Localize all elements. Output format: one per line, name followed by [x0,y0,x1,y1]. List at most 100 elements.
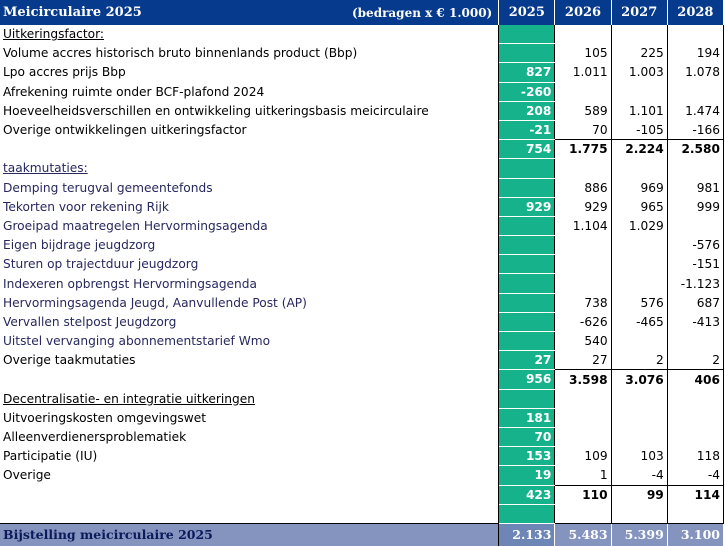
value-2025: -21 [498,120,556,141]
value-2028: 2 [667,350,725,370]
value-2027 [611,158,668,178]
value-2028 [667,216,725,236]
value-2027: 103 [611,446,668,466]
value-2028 [667,82,725,102]
table-row: Sturen op trajectduur jeugdzorg -151 [0,254,725,275]
row-label: Lpo accres prijs Bbp [0,62,500,83]
row-label: Demping terugval gemeentefonds [0,178,500,198]
value-2025: 423 [498,485,556,505]
table-title-cell: Meicirculaire 2025 (bedragen x € 1.000) [0,0,500,25]
value-2026: 27 [554,350,612,370]
value-2026: 1.775 [554,139,612,159]
value-2028: 118 [667,446,725,466]
value-2025: 181 [498,408,556,428]
value-2028: 1.474 [667,101,725,121]
row-label: Groeipad maatregelen Hervormingsagenda [0,216,500,236]
value-2027 [611,331,668,351]
year-header-2026: 2026 [554,0,612,25]
value-2025 [498,235,556,256]
row-label: Uitstel vervanging abonnementstarief Wmo [0,331,500,351]
year-header-2027: 2027 [611,0,668,25]
header-row: Meicirculaire 2025 (bedragen x € 1.000) … [0,0,725,25]
value-2028: 981 [667,178,725,198]
row-label: Eigen bijdrage jeugdzorg [0,235,500,255]
value-2026: 929 [554,197,612,217]
value-2025: 754 [498,139,556,160]
value-2026 [554,158,612,178]
value-2027 [611,408,668,428]
value-2026 [554,273,612,294]
meicirculaire-table: Meicirculaire 2025 (bedragen x € 1.000) … [0,0,725,546]
value-2028 [667,427,725,447]
value-2028: -413 [667,312,725,332]
value-2028: -576 [667,235,725,255]
value-2027 [611,504,668,524]
row-label: Hoeveelheidsverschillen en ontwikkeling … [0,101,500,121]
value-2026: 109 [554,446,612,466]
value-2027 [611,389,668,409]
value-2026: 1.104 [554,216,612,236]
value-2027 [611,235,668,255]
value-2027 [611,25,668,44]
value-2025 [498,389,556,409]
value-2025: 19 [498,465,556,486]
table-row: Tekorten voor rekening Rijk 929 929 965 999 [0,197,725,217]
value-2027: 2.224 [611,139,668,159]
table-row: Overige taakmutaties 27 27 2 2 [0,350,725,371]
value-2025: 827 [498,62,556,83]
table-body: Uitkeringsfactor: Volume accres historisc… [0,25,725,524]
table-row: Hoeveelheidsverschillen en ontwikkeling … [0,101,725,121]
year-header-2025: 2025 [498,0,556,25]
value-2025: 956 [498,369,556,390]
value-2028: -151 [667,254,725,274]
value-2027: 2 [611,350,668,370]
value-2025 [498,25,556,45]
value-2028: -166 [667,120,725,140]
value-2026: 1.011 [554,62,612,83]
value-2028 [667,408,725,428]
year-header-2028: 2028 [667,0,725,25]
row-label: Overige ontwikkelingen uitkeringsfactor [0,120,500,140]
row-label: Sturen op trajectduur jeugdzorg [0,254,500,274]
table-row: Eigen bijdrage jeugdzorg -576 [0,235,725,256]
table-row [0,504,725,524]
value-2026: 3.598 [554,369,612,390]
value-2026 [554,82,612,102]
value-2027: 1.101 [611,101,668,121]
table-row: Vervallen stelpost Jeugdzorg -626 -465 -413 [0,312,725,333]
value-2027: 3.076 [611,369,668,390]
table-row: Alleenverdienersproblematiek 70 [0,427,725,448]
value-2026: 105 [554,43,612,63]
row-label: Overige taakmutaties [0,350,500,370]
row-label: Alleenverdienersproblematiek [0,427,500,447]
value-2027: -105 [611,120,668,140]
table-row: Indexeren opbrengst Hervormingsagenda -1.… [0,273,725,294]
value-2027 [611,427,668,447]
value-2028: 406 [667,369,725,390]
subtotal-row: 754 1.775 2.224 2.580 [0,139,725,160]
value-2027: 1.003 [611,62,668,83]
value-2025 [498,254,556,275]
row-label: Uitvoeringskosten omgevingswet [0,408,500,428]
value-2025: 70 [498,427,556,448]
value-2026 [554,408,612,428]
value-2027: 1.029 [611,216,668,236]
row-label [0,139,500,159]
row-label: Overige [0,465,500,485]
table-row: Demping terugval gemeentefonds 886 969 981 [0,178,725,198]
value-2028 [667,158,725,178]
row-label: Volume accres historisch bruto binnenlan… [0,43,500,63]
row-label: Vervallen stelpost Jeugdzorg [0,312,500,332]
value-2025 [498,43,556,64]
value-2027 [611,82,668,102]
section-header-row: taakmutaties: [0,158,725,179]
row-label: Tekorten voor rekening Rijk [0,197,500,217]
section-label: taakmutaties: [0,158,500,178]
section-label: Uitkeringsfactor: [0,25,500,44]
value-2028 [667,331,725,351]
value-2025 [498,178,556,198]
value-2027: 225 [611,43,668,63]
row-label: Indexeren opbrengst Hervormingsagenda [0,273,500,294]
value-2025: 929 [498,197,556,217]
value-2028 [667,25,725,44]
